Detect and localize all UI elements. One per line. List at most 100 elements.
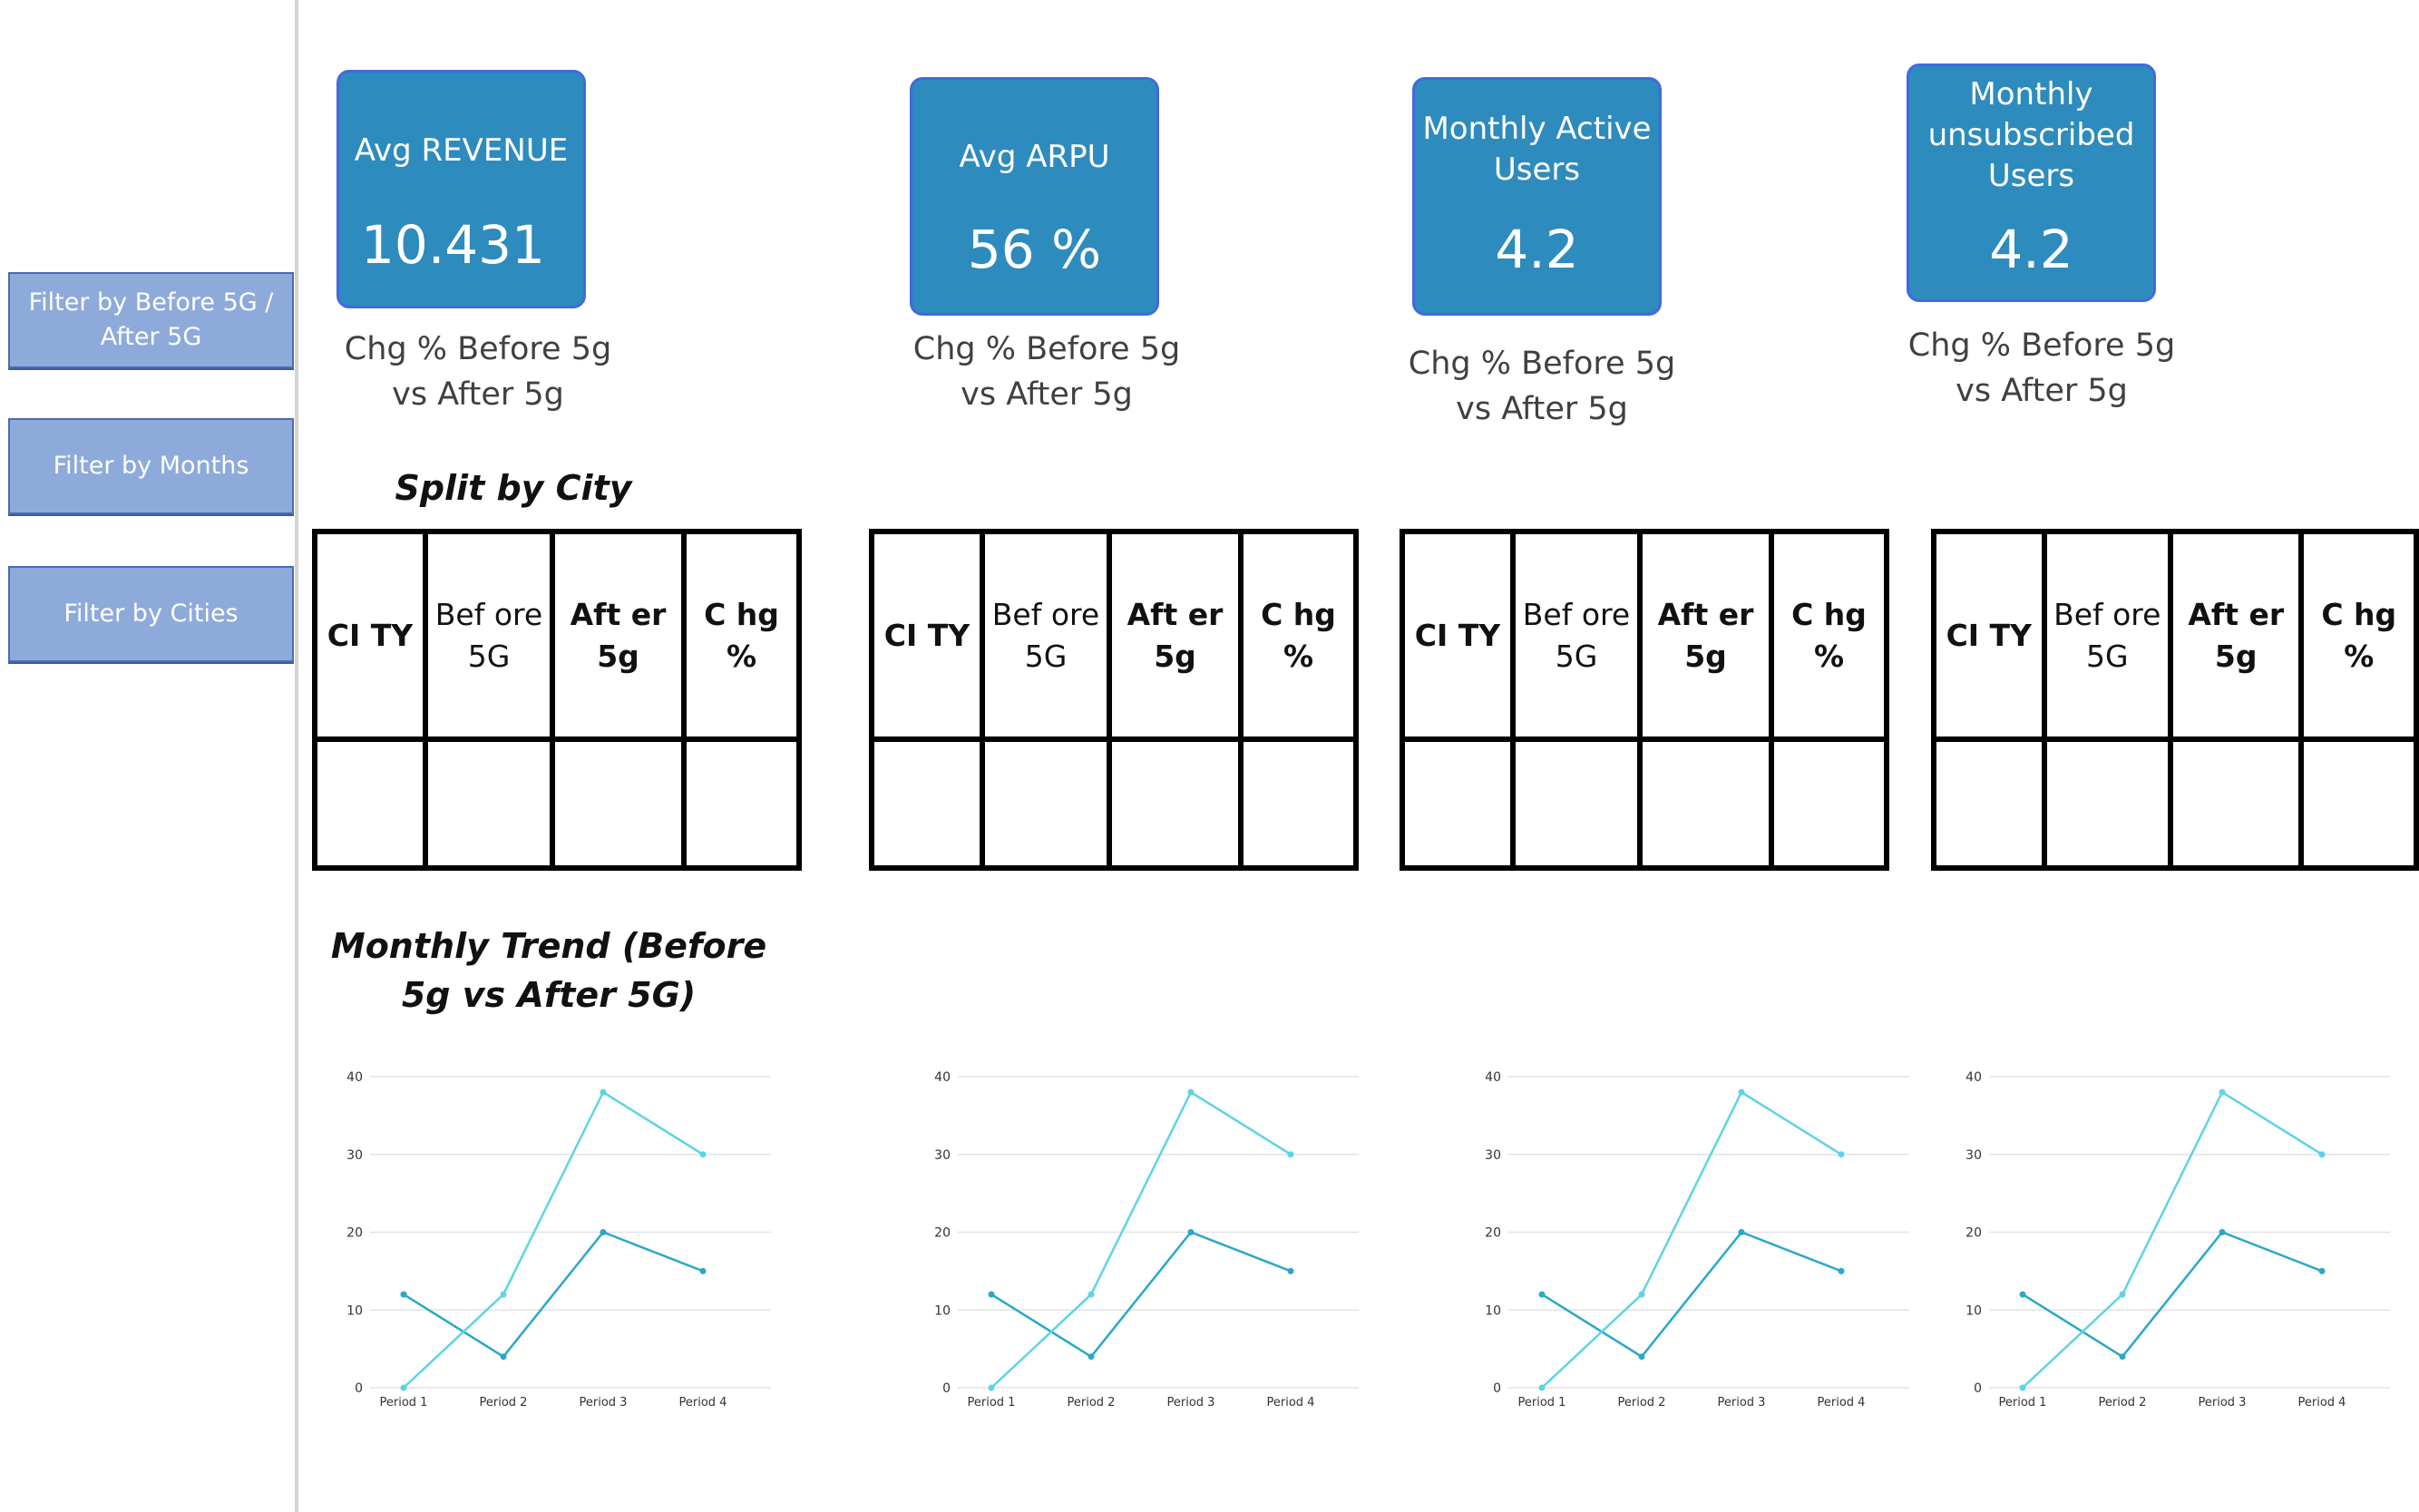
data-point — [1088, 1353, 1095, 1361]
x-tick-label: Period 1 — [1999, 1396, 2047, 1410]
y-tick-label: 0 — [355, 1381, 363, 1396]
data-point — [988, 1384, 995, 1391]
table-header-city: CI TY — [1931, 529, 2047, 742]
table-cell — [1510, 736, 1643, 871]
table-header-before-5g: Bef ore 5G — [423, 529, 555, 742]
table-cell — [1400, 736, 1516, 871]
city-table: CI TY Bef ore 5G Aft er 5g C hg % — [1931, 529, 2419, 871]
y-tick-label: 10 — [1485, 1303, 1501, 1318]
x-tick-label: Period 4 — [679, 1396, 727, 1410]
data-point — [2318, 1151, 2326, 1158]
x-tick-label: Period 3 — [2199, 1396, 2247, 1410]
data-point — [1287, 1267, 1294, 1274]
series-line-2 — [990, 1090, 1292, 1389]
data-point — [2318, 1267, 2326, 1274]
city-table: CI TY Bef ore 5G Aft er 5g C hg % — [312, 529, 802, 871]
data-point — [1638, 1291, 1645, 1298]
x-tick-label: Period 4 — [1267, 1396, 1315, 1410]
data-point — [2119, 1353, 2126, 1361]
trend-chart-svg: 0 10 20 30 40 Period 1 Period 2 Period 3 Period … — [346, 1070, 771, 1410]
y-tick-label: 20 — [346, 1226, 363, 1241]
x-tick-label: Period 2 — [480, 1396, 528, 1410]
x-tick-label: Period 3 — [1718, 1396, 1766, 1410]
data-point — [1738, 1229, 1745, 1235]
data-point — [1088, 1291, 1095, 1298]
kpi-title: Monthly unsubscribed Users — [1927, 76, 2135, 194]
y-tick-label: 20 — [1485, 1226, 1501, 1241]
table-header-chg: C hg % — [1769, 529, 1889, 742]
x-tick-label: Period 1 — [380, 1396, 428, 1410]
table-cell — [980, 736, 1112, 871]
trend-chart: 0 10 20 30 40 Period 1 Period 2 Period 3 Period … — [923, 1057, 1395, 1419]
table-header-before-5g: Bef ore 5G — [980, 529, 1112, 742]
x-tick-label: Period 2 — [1068, 1396, 1116, 1410]
data-point — [400, 1291, 407, 1298]
y-tick-label: 40 — [934, 1070, 951, 1085]
data-point — [2119, 1291, 2126, 1298]
trend-chart-svg: 0 10 20 30 40 Period 1 Period 2 Period 3 Period … — [934, 1070, 1359, 1410]
kpi-title: Avg REVENUE — [354, 132, 569, 169]
table-cell — [2298, 736, 2419, 871]
y-tick-label: 0 — [942, 1381, 951, 1396]
kpi-subtitle: Chg % Before 5g vs After 5g — [1907, 327, 2176, 409]
table-row — [1931, 736, 2419, 871]
y-tick-label: 40 — [346, 1070, 363, 1085]
table-cell — [1769, 736, 1889, 871]
y-tick-label: 10 — [934, 1303, 951, 1318]
data-point — [699, 1267, 707, 1274]
table-header-city: CI TY — [312, 529, 428, 742]
data-point — [500, 1291, 507, 1298]
filter-cities-button[interactable]: Filter by Cities — [8, 566, 294, 662]
table-header-city: CI TY — [869, 529, 985, 742]
table-header-before-5g: Bef ore 5G — [2041, 529, 2174, 742]
table-row — [1400, 736, 1889, 871]
table-cell — [423, 736, 555, 871]
trend-chart: 0 10 20 30 40 Period 1 Period 2 Period 3 Period … — [1955, 1057, 2419, 1419]
kpi-value: 10.431 — [361, 214, 545, 276]
filter-before-after-5g-button[interactable]: Filter by Before 5G / After 5G — [8, 272, 294, 368]
table-row — [312, 736, 802, 871]
filter-before-after-5g-label: Filter by Before 5G / After 5G — [28, 288, 274, 351]
kpi-title: Avg ARPU — [959, 139, 1110, 175]
data-point — [1838, 1267, 1845, 1274]
city-table: CI TY Bef ore 5G Aft er 5g C hg % — [869, 529, 1359, 871]
table-header-city: CI TY — [1400, 529, 1516, 742]
table-header-after-5g: Aft er 5g — [550, 529, 687, 742]
series-line-1 — [990, 1231, 1292, 1359]
y-tick-label: 20 — [1965, 1226, 1982, 1241]
section-title-monthly-trend: Monthly Trend (Before 5g vs After 5G) — [330, 926, 767, 1015]
y-tick-label: 0 — [1493, 1381, 1501, 1396]
table-cell — [869, 736, 985, 871]
filter-months-button[interactable]: Filter by Months — [8, 418, 294, 514]
kpi-card-avg-arpu: Avg ARPU 56 % — [910, 77, 1159, 316]
data-point — [1838, 1151, 1845, 1158]
trend-chart-svg: 0 10 20 30 40 Period 1 Period 2 Period 3 Period … — [1965, 1070, 2390, 1410]
table-cell — [1107, 736, 1244, 871]
kpi-subtitle: Chg % Before 5g vs After 5g — [1408, 346, 1676, 427]
data-point — [699, 1151, 707, 1158]
kpi-card-monthly-unsubscribed-users: Monthly unsubscribed Users 4.2 — [1907, 63, 2156, 302]
x-tick-label: Period 3 — [1167, 1396, 1215, 1410]
y-tick-label: 30 — [1485, 1148, 1501, 1163]
kpi-value: 4.2 — [1989, 219, 2073, 280]
trend-chart-svg: 0 10 20 30 40 Period 1 Period 2 Period 3 Period … — [1485, 1070, 1909, 1410]
sidebar-divider — [295, 0, 298, 1512]
table-cell — [312, 736, 428, 871]
filter-months-label: Filter by Months — [53, 452, 249, 480]
y-tick-label: 30 — [934, 1148, 951, 1163]
table-header-chg: C hg % — [2298, 529, 2419, 742]
table-header-chg: C hg % — [681, 529, 802, 742]
data-point — [2019, 1291, 2026, 1298]
y-tick-label: 40 — [1485, 1070, 1501, 1085]
data-point — [600, 1229, 607, 1235]
series-line-2 — [403, 1090, 704, 1389]
series-line-1 — [2022, 1231, 2323, 1359]
data-point — [600, 1088, 607, 1096]
series-line-1 — [403, 1231, 704, 1359]
y-tick-label: 20 — [934, 1226, 951, 1241]
data-point — [2219, 1088, 2226, 1096]
data-point — [1538, 1384, 1546, 1391]
data-point — [1187, 1088, 1195, 1096]
trend-chart: 0 10 20 30 40 Period 1 Period 2 Period 3 Period … — [336, 1057, 807, 1419]
y-tick-label: 10 — [346, 1303, 363, 1318]
